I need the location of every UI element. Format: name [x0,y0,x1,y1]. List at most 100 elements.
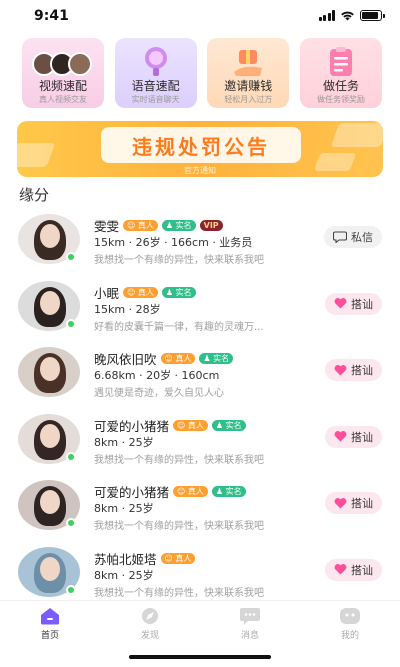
banner-decoration [17,143,56,167]
name-line: 苏帕北姬塔 ☺ 真人 [94,549,196,568]
list-item[interactable]: 可爱的小猪猪 ☺ 真人 ♟ 实名 8km · 25岁 我想找一个有缘的异性，快来… [0,474,400,541]
tab-home[interactable]: 首页 [20,607,80,641]
greet-button[interactable]: 搭讪 [325,558,382,581]
user-bio: 我想找一个有缘的异性，快来联系我吧 [94,255,264,266]
gift-hand-icon [234,50,263,76]
user-list: 雯雯 ☺ 真人 ♟ 实名 VIP 15km · 26岁 · 166cm · 业务… [0,208,400,607]
tab-label: 我的 [340,631,359,641]
verified-badge: ♟ 实名 [199,353,234,364]
online-indicator [66,584,76,595]
greet-button[interactable]: 搭讪 [325,425,382,448]
tab-discover[interactable]: 发现 [120,607,180,641]
real-person-badge: ☺ 真人 [160,552,196,564]
feature-subtitle: 做任务领奖励 [316,95,365,104]
name-line: 雯雯 ☺ 真人 ♟ 实名 VIP [94,216,223,235]
wifi-icon [341,11,354,21]
greet-button-label: 搭讪 [351,497,373,510]
message-button[interactable]: 私信 [324,226,382,248]
name-line: 可爱的小猪猪 ☺ 真人 ♟ 实名 [94,416,246,435]
real-person-badge: ☺ 真人 [123,286,158,298]
feature-cards: 视频速配 真人视频交友 语音速配 实时语音聊天 邀请赚钱 轻松月入过万 做任务 … [22,38,382,108]
verified-badge: ♟ 实名 [211,486,246,497]
heart-icon [334,564,347,575]
feature-title: 做任务 [322,79,359,93]
section-title: 缘分 [19,186,50,204]
status-bar: 9:41 [0,0,400,34]
user-bio: 我想找一个有缘的异性，快来联系我吧 [94,587,264,599]
list-item[interactable]: 可爱的小猪猪 ☺ 真人 ♟ 实名 8km · 25岁 我想找一个有缘的异性，快来… [0,408,400,475]
announcement-banner[interactable]: 违规处罚公告 官方通知 [17,121,383,177]
feature-do-tasks[interactable]: 做任务 做任务领奖励 [299,38,382,108]
greet-button-label: 搭讪 [351,364,373,377]
real-person-badge: ☺ 真人 [123,220,158,231]
home-indicator [129,655,271,659]
microphone-icon [144,47,167,76]
online-indicator [66,451,76,462]
list-item[interactable]: 苏帕北姬塔 ☺ 真人 8km · 25岁 我想找一个有缘的异性，快来联系我吧 搭… [0,541,400,608]
video-avatars-icon [32,52,94,80]
online-indicator [66,518,76,528]
user-bio: 我想找一个有缘的异性，快来联系我吧 [94,521,264,532]
banner-title: 违规处罚公告 [132,134,270,159]
list-item[interactable]: 小眠 ☺ 真人 ♟ 实名 15km · 28岁 好看的皮囊千篇一律，有趣的灵魂万… [0,275,400,342]
clipboard-icon [329,47,352,76]
feature-title: 视频速配 [38,79,87,93]
avatar[interactable] [18,347,80,397]
compass-icon [142,608,158,624]
name-line: 小眠 ☺ 真人 ♟ 实名 [94,283,196,302]
user-info: 8km · 25岁 [94,502,154,515]
feature-subtitle: 实时语音聊天 [131,95,180,104]
battery-icon [360,10,385,21]
user-name: 小眠 [94,285,120,301]
user-bio: 遇见便是奇迹，爱久自见人心 [94,388,224,399]
tab-messages[interactable]: 消息 [220,607,280,641]
heart-icon [334,298,347,309]
name-line: 可爱的小猪猪 ☺ 真人 ♟ 实名 [94,482,246,501]
user-info: 6.68km · 20岁 · 160cm [94,369,220,382]
user-info: 15km · 26岁 · 166cm · 业务员 [94,236,253,249]
heart-icon [334,497,347,508]
greet-button[interactable]: 搭讪 [325,359,382,381]
greet-button[interactable]: 搭讪 [325,492,382,514]
user-info: 15km · 28岁 [94,302,161,316]
cellular-signal-icon [318,10,335,21]
greet-button[interactable]: 搭讪 [325,292,382,315]
feature-invite-earn[interactable]: 邀请赚钱 轻松月入过万 [207,38,290,108]
user-name: 可爱的小猪猪 [94,485,170,500]
user-info: 8km · 25岁 [94,435,154,449]
feature-subtitle: 轻松月入过万 [224,95,273,104]
tab-profile[interactable]: 我的 [320,607,380,641]
message-icon [240,608,260,625]
online-indicator [66,252,76,262]
message-button-label: 私信 [351,231,373,244]
user-name: 可爱的小猪猪 [94,418,170,434]
feature-voice-match[interactable]: 语音速配 实时语音聊天 [114,38,197,108]
verified-badge: ♟ 实名 [211,419,246,431]
feature-title: 语音速配 [131,79,180,93]
banner-subtitle: 官方通知 [184,166,216,175]
real-person-badge: ☺ 真人 [173,419,208,431]
feature-video-match[interactable]: 视频速配 真人视频交友 [22,38,104,108]
tab-label: 消息 [240,631,259,641]
heart-icon [334,364,347,375]
list-item[interactable]: 雯雯 ☺ 真人 ♟ 实名 VIP 15km · 26岁 · 166cm · 业务… [0,208,400,275]
verified-badge: ♟ 实名 [161,220,196,231]
name-line: 晚风依旧吹 ☺ 真人 ♟ 实名 [94,349,234,368]
home-icon [41,608,59,625]
tab-label: 首页 [40,631,59,641]
user-name: 晚风依旧吹 [94,352,157,367]
online-indicator [66,318,76,329]
user-bio: 我想找一个有缘的异性，快来联系我吧 [94,454,264,466]
banner-decoration [330,123,383,147]
user-info: 8km · 25岁 [94,568,154,582]
chat-icon [333,231,347,243]
list-item[interactable]: 晚风依旧吹 ☺ 真人 ♟ 实名 6.68km · 20岁 · 160cm 遇见便… [0,341,400,408]
vip-badge: VIP [199,220,223,231]
real-person-badge: ☺ 真人 [160,353,196,364]
feature-subtitle: 真人视频交友 [39,95,87,104]
user-name: 苏帕北姬塔 [94,551,157,567]
real-person-badge: ☺ 真人 [173,486,208,497]
user-bio: 好看的皮囊千篇一律，有趣的灵魂万... [94,321,264,333]
greet-button-label: 搭讪 [351,297,373,311]
user-name: 雯雯 [94,219,120,234]
